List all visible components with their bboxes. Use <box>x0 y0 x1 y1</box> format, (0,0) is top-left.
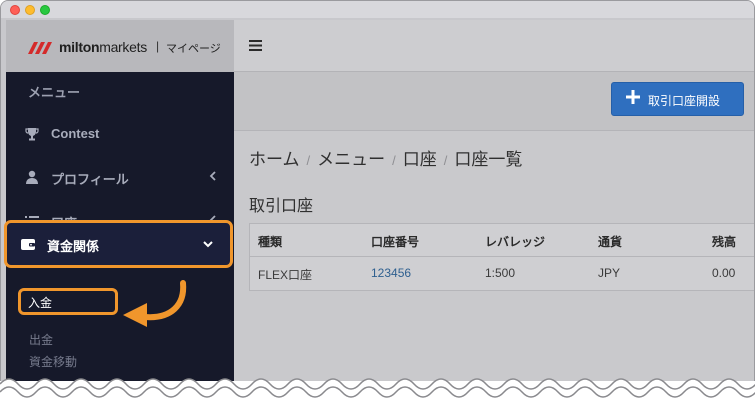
sub-item-deposit[interactable]: 入金 <box>18 288 118 315</box>
cell-type: FLEX口座 <box>258 268 313 282</box>
column-header-account-number: 口座番号 <box>371 235 420 249</box>
breadcrumb: ホーム / メニュー / 口座 / 口座一覧 <box>249 145 522 170</box>
column-header-leverage: レバレッジ <box>485 235 546 249</box>
title-bar <box>1 1 754 18</box>
torn-edge-divider <box>0 378 755 402</box>
brand-name[interactable]: miltonmarkets <box>59 39 147 55</box>
main-content: 取引口座開設 ホーム / メニュー / 口座 / 口座一覧 取引口座 種類 口座番号 レバレ… <box>234 20 754 381</box>
wallet-icon <box>21 239 35 250</box>
open-trading-account-button[interactable]: 取引口座開設 <box>611 82 744 116</box>
hamburger-menu-icon[interactable] <box>249 40 262 51</box>
chevron-down-icon <box>203 241 213 248</box>
column-header-currency: 通貨 <box>598 235 623 249</box>
plus-icon <box>626 90 640 104</box>
breadcrumb-separator: / <box>392 153 396 168</box>
sidebar-item-label: プロフィール <box>51 172 129 187</box>
breadcrumb-accounts[interactable]: 口座 <box>403 150 437 169</box>
breadcrumb-account-list: 口座一覧 <box>454 150 523 169</box>
sidebar-item-label: 資金関係 <box>47 239 100 254</box>
open-trading-account-label: 取引口座開設 <box>648 94 721 108</box>
trophy-icon <box>25 128 39 141</box>
top-bar <box>234 20 754 72</box>
section-title: 取引口座 <box>249 198 314 215</box>
user-icon <box>26 170 38 184</box>
column-header-balance: 残高 <box>712 235 737 249</box>
menu-header: メニュー <box>28 85 81 100</box>
cell-account-number-link[interactable]: 123456 <box>371 266 411 280</box>
table-divider <box>250 256 754 257</box>
browser-window: miltonmarkets | マイページ メニュー Contest プロフィー… <box>0 0 755 381</box>
sub-item-transfer[interactable]: 資金移動 <box>29 353 77 370</box>
sub-item-withdraw[interactable]: 出金 <box>29 331 53 348</box>
accounts-table: 種類 口座番号 レバレッジ 通貨 残高 FLEX口座 123456 1:500 … <box>249 223 754 291</box>
maximize-window-button[interactable] <box>40 5 50 15</box>
breadcrumb-separator: / <box>306 153 311 168</box>
minimize-window-button[interactable] <box>25 5 35 15</box>
sidebar-item-profile[interactable]: プロフィール <box>6 157 234 197</box>
brand-subtitle: マイページ <box>166 43 221 55</box>
sidebar-item-label: Contest <box>51 126 100 141</box>
brand-name-bold: milton <box>59 39 100 55</box>
chevron-left-icon <box>209 171 216 181</box>
column-header-type: 種類 <box>258 235 283 249</box>
milton-logo-icon <box>28 42 52 54</box>
cell-currency: JPY <box>598 266 621 280</box>
sidebar-item-contest[interactable]: Contest <box>6 114 234 154</box>
brand-bar: miltonmarkets | マイページ <box>6 20 234 72</box>
breadcrumb-menu[interactable]: メニュー <box>317 150 385 169</box>
sub-item-deposit-label: 入金 <box>28 296 53 310</box>
close-window-button[interactable] <box>10 5 20 15</box>
brand-separator: | <box>156 39 160 53</box>
breadcrumb-home[interactable]: ホーム <box>249 150 300 169</box>
breadcrumb-separator: / <box>443 153 448 168</box>
pointer-arrow-icon <box>123 280 187 327</box>
brand-name-rest: markets <box>99 39 147 55</box>
cell-leverage: 1:500 <box>485 266 516 280</box>
sidebar-item-funds[interactable]: 資金関係 <box>4 220 233 268</box>
cell-balance: 0.00 <box>712 266 736 280</box>
